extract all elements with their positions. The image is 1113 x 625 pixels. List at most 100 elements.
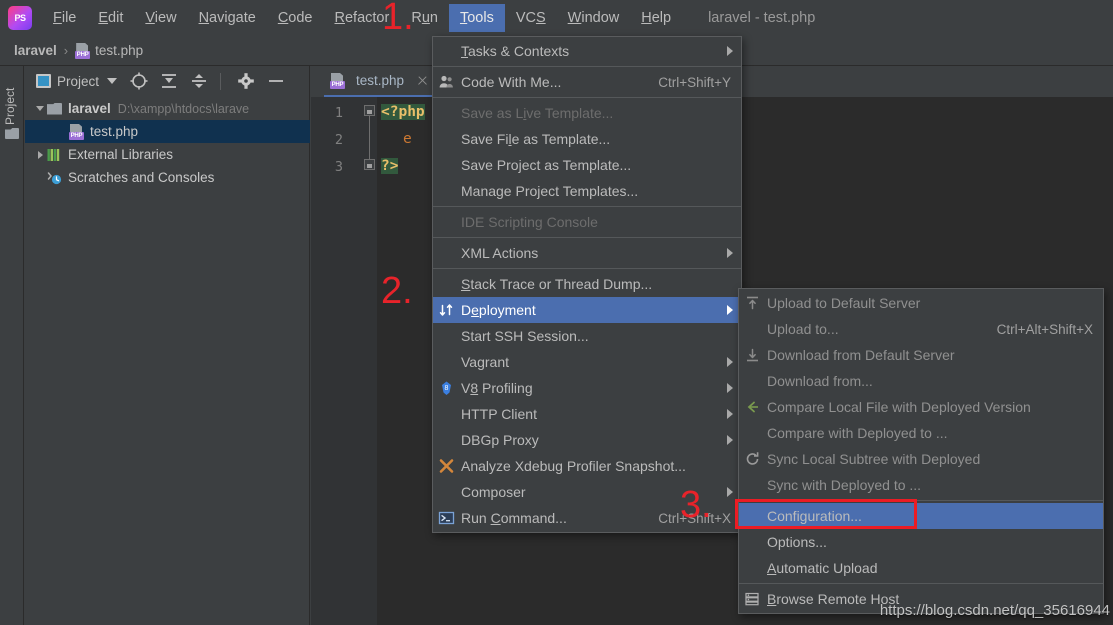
project-tool-window: Project laravel D:\xampp\htdocs\larave PHP… [25,66,310,625]
locate-icon[interactable] [128,70,150,92]
code-line: e [403,131,412,147]
tools-menu-item-run-command[interactable]: Run Command... Ctrl+Shift+X [433,505,741,531]
collapse-all-icon[interactable] [188,70,210,92]
php-file-icon: PHP [75,42,91,59]
menubar-item-window[interactable]: Window [557,4,631,32]
menu-item-label: HTTP Client [461,406,537,422]
breadcrumb-file[interactable]: test.php [95,43,143,58]
menu-item-label: Analyze Xdebug Profiler Snapshot... [461,458,686,474]
tools-menu-item-stack-trace-or-thread-dump[interactable]: Stack Trace or Thread Dump... [433,271,741,297]
v8-icon: 8 [438,380,455,397]
deployment-menu-item-options[interactable]: Options... [739,529,1103,555]
tools-menu-item-v8-profiling[interactable]: 8 V8 Profiling [433,375,741,401]
tools-menu-item-http-client[interactable]: HTTP Client [433,401,741,427]
breadcrumb-separator: › [63,43,69,58]
folder-icon[interactable] [5,128,19,139]
submenu-arrow-icon [727,383,733,393]
chevron-right-icon[interactable] [33,150,47,159]
code-fold-line [369,109,370,165]
tree-node-laravel[interactable]: laravel D:\xampp\htdocs\larave [25,97,310,120]
svg-text:8: 8 [445,385,449,392]
tree-node-test-php[interactable]: PHP test.php [25,120,310,143]
php-file-icon: PHP [69,123,84,140]
tools-menu-item-xml-actions[interactable]: XML Actions [433,240,741,266]
code-line: ?> [381,158,399,174]
tools-menu-item-save-project-as-template[interactable]: Save Project as Template... [433,152,741,178]
tools-menu-item-start-ssh-session[interactable]: Start SSH Session... [433,323,741,349]
menu-item-label: Sync with Deployed to ... [767,477,922,493]
submenu-arrow-icon [727,487,733,497]
people-icon [438,74,455,91]
terminal-icon [438,510,455,527]
project-view-label: Project [57,73,100,89]
tools-menu-item-manage-project-templates[interactable]: Manage Project Templates... [433,178,741,204]
tools-menu-item-save-file-as-template[interactable]: Save File as Template... [433,126,741,152]
deployment-menu-item-sync-with-deployed-to: Sync with Deployed to ... [739,472,1103,498]
menubar-item-navigate[interactable]: Navigate [188,4,267,32]
menubar-item-code[interactable]: Code [267,4,324,32]
menu-item-label: IDE Scripting Console [461,214,598,230]
tools-menu-item-ide-scripting-console: IDE Scripting Console [433,209,741,235]
submenu-arrow-icon [727,305,733,315]
deployment-menu-item-sync-local-subtree-with-deployed: Sync Local Subtree with Deployed [739,446,1103,472]
menu-item-label: Download from... [767,373,873,389]
tools-menu-item-vagrant[interactable]: Vagrant [433,349,741,375]
menu-item-label: DBGp Proxy [461,432,539,448]
menu-separator [433,66,741,67]
menu-item-label: Download from Default Server [767,347,955,363]
tools-menu-item-tasks-contexts[interactable]: Tasks & Contexts [433,38,741,64]
menu-item-label: Upload to... [767,321,839,337]
expand-all-icon[interactable] [158,70,180,92]
deployment-menu-item-compare-with-deployed-to: Compare with Deployed to ... [739,420,1103,446]
submenu-arrow-icon [727,46,733,56]
menu-item-shortcut: Ctrl+Shift+X [658,510,731,526]
menu-separator [739,583,1103,584]
menubar-item-help[interactable]: Help [630,4,682,32]
tools-menu-item-dbgp-proxy[interactable]: DBGp Proxy [433,427,741,453]
menubar-item-vcs[interactable]: VCS [505,4,557,32]
code-fold-toggle[interactable] [364,105,375,116]
tools-menu-item-deployment[interactable]: Deployment [433,297,741,323]
deployment-menu-item-compare-local-file-with-deployed-version: Compare Local File with Deployed Version [739,394,1103,420]
menu-item-label: Automatic Upload [767,560,878,576]
tools-menu-item-analyze-xdebug-profiler-snapshot[interactable]: Analyze Xdebug Profiler Snapshot... [433,453,741,479]
upload-icon [744,295,761,312]
menubar-item-view[interactable]: View [134,4,187,32]
tree-node-scratches-and-consoles[interactable]: Scratches and Consoles [25,166,310,189]
tools-menu-item-code-with-me[interactable]: Code With Me... Ctrl+Shift+Y [433,69,741,95]
menu-item-label: Run Command... [461,510,567,526]
sync-icon [744,451,761,468]
code-fold-toggle[interactable] [364,159,375,170]
chevron-down-icon[interactable] [33,106,47,111]
menubar-item-refactor[interactable]: Refactor [324,4,401,32]
project-view-selector[interactable]: Project [33,72,120,91]
download-icon [744,347,761,364]
menu-item-label: Compare with Deployed to ... [767,425,948,441]
menu-item-label: Code With Me... [461,74,562,90]
close-icon[interactable] [416,74,429,87]
menubar-item-run[interactable]: Run [400,4,449,32]
editor-tab-test-php[interactable]: PHP test.php [324,66,438,97]
menu-item-label: Deployment [461,302,536,318]
menubar-item-file[interactable]: File [42,4,87,32]
menu-separator [433,237,741,238]
menu-item-label: Save Project as Template... [461,157,632,173]
menubar-item-tools[interactable]: Tools [448,4,505,32]
php-file-icon: PHP [330,72,345,89]
tools-menu-item-composer[interactable]: Composer [433,479,741,505]
menu-item-label: Save as Live Template... [461,105,614,121]
project-tree: laravel D:\xampp\htdocs\larave PHP test.php… [25,97,310,189]
submenu-arrow-icon [727,409,733,419]
breadcrumb-project[interactable]: laravel [14,43,57,58]
menubar-item-edit[interactable]: Edit [87,4,134,32]
menu-item-label: V8 Profiling [461,380,533,396]
tree-node-label: External Libraries [68,147,174,162]
hide-panel-icon[interactable] [265,70,287,92]
deployment-menu-item-upload-to-default-server: Upload to Default Server [739,290,1103,316]
deployment-menu-item-configuration[interactable]: Configuration... [739,503,1103,529]
tree-node-external-libraries[interactable]: External Libraries [25,143,310,166]
deployment-menu-item-automatic-upload[interactable]: Automatic Upload [739,555,1103,581]
gear-icon[interactable] [235,70,257,92]
tools-dropdown-menu: Tasks & Contexts Code With Me... Ctrl+Shif… [432,36,742,533]
submenu-arrow-icon [727,435,733,445]
